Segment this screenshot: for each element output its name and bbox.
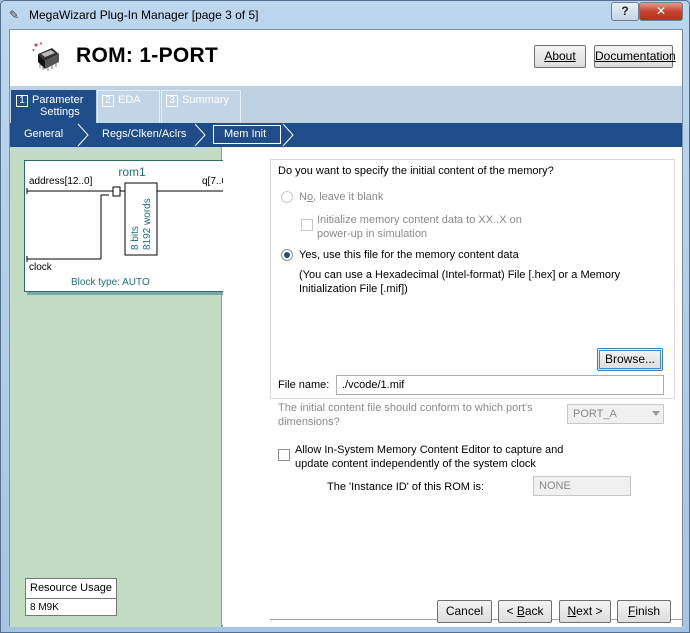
subtab-regs-clken-aclrs[interactable]: Regs/Clken/Aclrs: [102, 128, 186, 140]
tab-number: 1: [16, 95, 28, 107]
hint-line2: Initialization File [.mif]): [299, 283, 408, 295]
close-button[interactable]: ✕: [639, 2, 683, 21]
resource-usage-box: Resource Usage 8 M9K: [25, 578, 117, 616]
no-leave-blank-radio[interactable]: [281, 191, 293, 203]
symbol-panel: rom1 address[12..0] q[7..0] 8 bits 8192 …: [10, 147, 238, 627]
port-select[interactable]: PORT_A: [567, 404, 664, 424]
in-system-editor-checkbox[interactable]: [278, 449, 290, 461]
wizard-client: ROM: 1-PORT About Documentation 1 Parame…: [9, 29, 683, 627]
resource-usage-value: 8 M9K: [30, 602, 59, 613]
tab-parameter-settings[interactable]: 1 Parameter Settings: [11, 90, 96, 123]
tab-band: 1 Parameter Settings 2 EDA 3 Summary: [10, 86, 682, 123]
browse-button[interactable]: Browse...: [597, 348, 663, 371]
tab-label: Summary: [182, 94, 230, 106]
tab-summary[interactable]: 3 Summary: [161, 90, 241, 123]
help-button[interactable]: ?: [611, 2, 639, 21]
window-title: MegaWizard Plug-In Manager [page 3 of 5]: [29, 8, 259, 22]
init-xx-checkbox[interactable]: [301, 219, 313, 231]
port-line2: dimensions?: [278, 416, 340, 428]
about-button[interactable]: About: [534, 45, 586, 68]
tab-number: 2: [102, 95, 114, 107]
page-title: ROM: 1-PORT: [76, 44, 219, 67]
tab-label: Parameter Settings: [32, 94, 83, 118]
back-key: B: [516, 604, 525, 618]
next-post: ext >: [576, 604, 603, 618]
resource-usage-title: Resource Usage: [30, 582, 112, 594]
chevron-down-icon: [652, 411, 660, 416]
back-button[interactable]: < Back: [498, 600, 552, 623]
chip-icon: [32, 42, 59, 71]
port-line1: The initial content file should conform …: [278, 402, 533, 414]
init-content-question: Do you want to specify the initial conte…: [278, 165, 554, 177]
insystem-line2: update content independently of the syst…: [295, 458, 536, 470]
hint-line1: (You can use a Hexadecimal (Intel-format…: [299, 269, 621, 281]
tab-label-line2: Settings: [40, 106, 80, 118]
subtab-mem-init[interactable]: Mem Init: [224, 128, 266, 140]
file-name-input[interactable]: ./vcode/1.mif: [336, 375, 664, 395]
tab-number: 3: [166, 95, 178, 107]
init-xx-line1: Initialize memory content data to XX..X …: [317, 214, 522, 226]
init-xx-line2: power-up in simulation: [317, 228, 428, 240]
documentation-label: Documentation: [595, 49, 676, 63]
file-format-hint: (You can use a Hexadecimal (Intel-format…: [299, 268, 620, 296]
insystem-line1: Allow In-System Memory Content Editor to…: [295, 444, 564, 456]
finish-post: inish: [635, 604, 661, 618]
next-key: N: [567, 604, 577, 618]
words-label: 8192 words: [142, 198, 153, 250]
tab-label-line1: Parameter: [32, 94, 84, 106]
chevron-right-icon: [282, 123, 294, 147]
wizard-header: ROM: 1-PORT About Documentation: [10, 30, 682, 86]
title-bar[interactable]: ✎ MegaWizard Plug-In Manager [page 3 of …: [1, 1, 689, 29]
back-pre: <: [506, 604, 517, 618]
window-frame: ✎ MegaWizard Plug-In Manager [page 3 of …: [0, 0, 690, 633]
use-file-radio[interactable]: [281, 249, 293, 261]
mem-init-panel: Do you want to specify the initial conte…: [223, 147, 682, 627]
tab-label: EDA: [118, 94, 141, 106]
init-xx-label: Initialize memory content data to XX..X …: [317, 213, 522, 241]
about-label: About: [544, 49, 576, 63]
cancel-button[interactable]: Cancel: [437, 600, 492, 623]
clock-port-label: clock: [29, 262, 52, 273]
documentation-button[interactable]: Documentation: [594, 45, 676, 68]
no-label-post: , leave it blank: [313, 191, 384, 203]
no-leave-blank-label: No, leave it blank: [299, 190, 383, 204]
block-type-label: Block type: AUTO: [71, 277, 150, 288]
port-select-value: PORT_A: [573, 408, 617, 420]
bits-label: 8 bits: [130, 226, 141, 250]
subtab-general[interactable]: General: [24, 128, 63, 140]
file-name-label: File name:: [278, 379, 330, 391]
use-file-label: Yes, use this file for the memory conten…: [299, 249, 519, 261]
resource-divider: [26, 598, 116, 599]
no-label-pre: N: [299, 191, 307, 203]
instance-id-input[interactable]: NONE: [533, 476, 631, 496]
instance-id-label: The 'Instance ID' of this ROM is:: [327, 481, 485, 493]
port-dimension-label: The initial content file should conform …: [278, 401, 533, 429]
finish-button[interactable]: Finish: [617, 600, 671, 623]
chevron-right-icon: [194, 123, 206, 147]
tab-eda[interactable]: 2 EDA: [97, 90, 160, 123]
back-post: ack: [524, 604, 544, 618]
rom-symbol: rom1 address[12..0] q[7..0] 8 bits 8192 …: [24, 160, 238, 292]
in-system-editor-label: Allow In-System Memory Content Editor to…: [295, 443, 563, 471]
chevron-right-icon: [77, 123, 89, 147]
next-button[interactable]: Next >: [559, 600, 611, 623]
wand-icon: ✎: [9, 8, 20, 22]
subtab-bar: General Regs/Clken/Aclrs Mem Init: [10, 123, 682, 147]
